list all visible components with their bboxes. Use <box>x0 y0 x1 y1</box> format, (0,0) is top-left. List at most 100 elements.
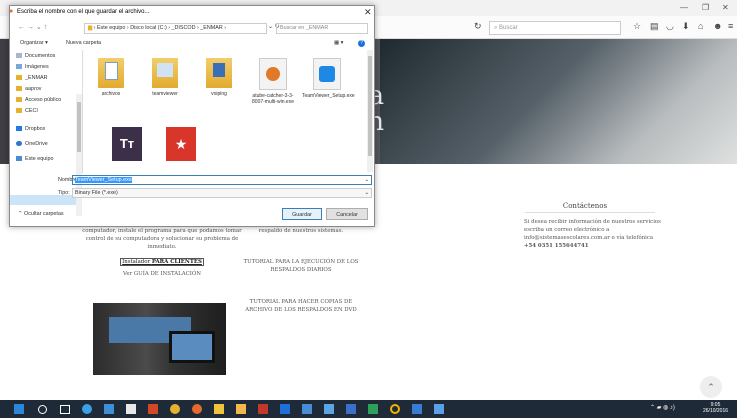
nav-item-aaprov[interactable]: aaprov <box>16 86 41 92</box>
tutorial-dvd-link[interactable]: TUTORIAL PARA HACER COPIAS DE ARCHIVO DE… <box>236 298 366 314</box>
save-button[interactable]: Guardar <box>282 208 322 220</box>
computer-icon <box>16 156 22 162</box>
app-icon-10[interactable] <box>368 404 378 414</box>
nav-item-este-equipo[interactable]: Este equipo <box>16 156 53 162</box>
app-icon-7[interactable] <box>302 404 312 414</box>
chevron-down-icon: ⌄ <box>364 190 369 196</box>
remote-help-text: computador, instale el programa para que… <box>82 228 242 250</box>
folder-icon <box>16 97 22 103</box>
contact-divider <box>525 212 655 213</box>
nav-item-acceso-publico[interactable]: Acceso público <box>16 97 61 103</box>
file-item[interactable]: voiping <box>194 58 244 97</box>
windows-start-icon[interactable] <box>14 404 24 414</box>
dialog-search-input[interactable]: Buscar en _ENMAR <box>276 23 368 34</box>
reader-icon[interactable]: ▤ <box>650 21 659 32</box>
nav-item-enmar[interactable]: _ENMAR <box>16 75 47 81</box>
navigation-pane: Documentos Imágenes _ENMAR aaprov Acceso… <box>10 50 83 216</box>
clock-date: 26/10/2016 <box>703 408 729 414</box>
filename-input[interactable]: TeamViewer_Setup.exe ⌄ <box>72 175 372 185</box>
hide-folders-toggle[interactable]: ⌃ Ocultar carpetas <box>18 211 64 217</box>
install-guide-link[interactable]: Ver GUÍA DE INSTALACIÓN <box>82 270 242 278</box>
nav-scroll-thumb[interactable] <box>77 102 81 152</box>
extension-icon[interactable]: ☻ <box>713 21 722 31</box>
explorer-icon[interactable] <box>214 404 224 414</box>
scroll-top-icon[interactable]: ⌃ <box>700 376 722 398</box>
app-icon-6[interactable] <box>280 404 290 414</box>
file-item[interactable]: teamviewer <box>140 58 190 97</box>
wunderlist-icon: ★ <box>166 127 196 161</box>
nav-label: Documentos <box>25 53 56 59</box>
hero-photo <box>380 39 737 164</box>
taskbar-search-icon[interactable] <box>38 405 47 414</box>
taskbar-clock[interactable]: 9:05 26/10/2016 <box>703 402 728 414</box>
browser-search-input[interactable]: ⌕ Buscar <box>489 21 621 35</box>
installer-icon <box>259 58 287 90</box>
folder-icon <box>152 58 178 88</box>
app-icon-5[interactable] <box>258 404 268 414</box>
maximize-icon[interactable]: ❐ <box>702 3 709 12</box>
app-icon-11[interactable] <box>390 404 400 414</box>
folder-icon <box>16 108 22 114</box>
back-icon[interactable]: ← <box>18 24 25 31</box>
edge-icon[interactable] <box>82 404 92 414</box>
file-item[interactable]: TeamViewer_Setup.exe <box>302 58 355 99</box>
filetype-value: Binary File (*.exe) <box>75 190 118 196</box>
minimize-icon[interactable]: — <box>680 3 688 12</box>
nav-item-onedrive[interactable]: OneDrive <box>16 141 48 147</box>
system-tray[interactable]: ⌃ ▰ ◍ ♪) <box>650 404 675 411</box>
help-icon[interactable]: ? <box>358 40 365 47</box>
dialog-title: Escriba el nombre con el que guardar el … <box>17 9 150 15</box>
app-icon-8[interactable] <box>324 404 334 414</box>
app-icon-13[interactable] <box>434 404 444 414</box>
chevron-down-icon[interactable]: ⌄ <box>36 24 44 31</box>
tutorial-daily-link[interactable]: TUTORIAL PARA LA EJECUCIÓN DE LOS RESPAL… <box>236 258 366 274</box>
task-view-icon[interactable] <box>60 405 70 414</box>
installer-prefix: Instalador <box>122 259 151 265</box>
firefox-icon[interactable] <box>192 404 202 414</box>
file-item[interactable]: Tт <box>102 127 152 164</box>
view-options-icon[interactable]: ▦ ▾ <box>334 38 343 49</box>
home-icon[interactable]: ⌂ <box>698 21 703 31</box>
menu-icon[interactable]: ≡ <box>728 21 733 31</box>
installer-link[interactable]: Instalador PARA CLIENTES <box>82 258 242 266</box>
nav-item-documentos[interactable]: Documentos <box>16 53 55 59</box>
forward-icon[interactable]: → <box>27 24 36 31</box>
file-item[interactable]: archivos <box>86 58 136 97</box>
address-bar[interactable]: ▆ › Este equipo › Disco local (C:) › _DI… <box>84 23 267 34</box>
folder-icon <box>16 86 22 92</box>
close-window-icon[interactable]: ✕ <box>722 3 729 12</box>
nav-item-imagenes[interactable]: Imágenes <box>16 64 49 70</box>
chevron-down-icon[interactable]: ⌄ <box>364 176 369 184</box>
nav-item-dropbox[interactable]: Dropbox <box>16 126 45 132</box>
app-icon-9[interactable] <box>346 404 356 414</box>
address-path: › Este equipo › Disco local (C:) › _DISC… <box>93 25 227 31</box>
organize-button[interactable]: Organizar ▾ <box>20 38 48 49</box>
pocket-icon[interactable]: ◡ <box>666 21 674 32</box>
new-folder-button[interactable]: Nueva carpeta <box>66 38 101 49</box>
reload-icon[interactable]: ↻ <box>474 21 482 32</box>
app-icon-1[interactable] <box>126 404 136 414</box>
file-name: voiping <box>211 91 227 97</box>
app-icon-3[interactable] <box>170 404 180 414</box>
store-icon[interactable] <box>104 404 114 414</box>
nav-item-ceci[interactable]: CECI <box>16 108 38 114</box>
save-file-dialog: ● Escriba el nombre con el que guardar e… <box>9 5 375 227</box>
dialog-close-icon[interactable]: ✕ <box>364 7 372 18</box>
filetype-select[interactable]: Binary File (*.exe) ⌄ <box>72 188 372 198</box>
teamviewer-icon <box>313 58 341 90</box>
download-icon[interactable]: ⬇ <box>682 21 690 32</box>
bookmark-star-icon[interactable]: ☆ <box>633 21 641 32</box>
file-name: archivos <box>101 91 121 97</box>
cancel-button[interactable]: Cancelar <box>326 208 368 220</box>
file-item[interactable]: ★ <box>156 127 206 164</box>
app-icon-4[interactable] <box>236 404 246 414</box>
contact-text: Si desea recibir información de nuestros… <box>524 219 661 241</box>
contact-title: Contáctenos <box>562 202 608 210</box>
app-icon-12[interactable] <box>412 404 422 414</box>
file-scroll-thumb[interactable] <box>368 56 372 156</box>
app-icon-2[interactable] <box>148 404 158 414</box>
file-item[interactable]: atube-catcher-3-3-8007-multi-win.exe <box>248 58 298 105</box>
up-icon[interactable]: ↑ <box>44 24 48 31</box>
documents-icon <box>16 53 22 59</box>
hide-folders-label: Ocultar carpetas <box>24 211 64 217</box>
